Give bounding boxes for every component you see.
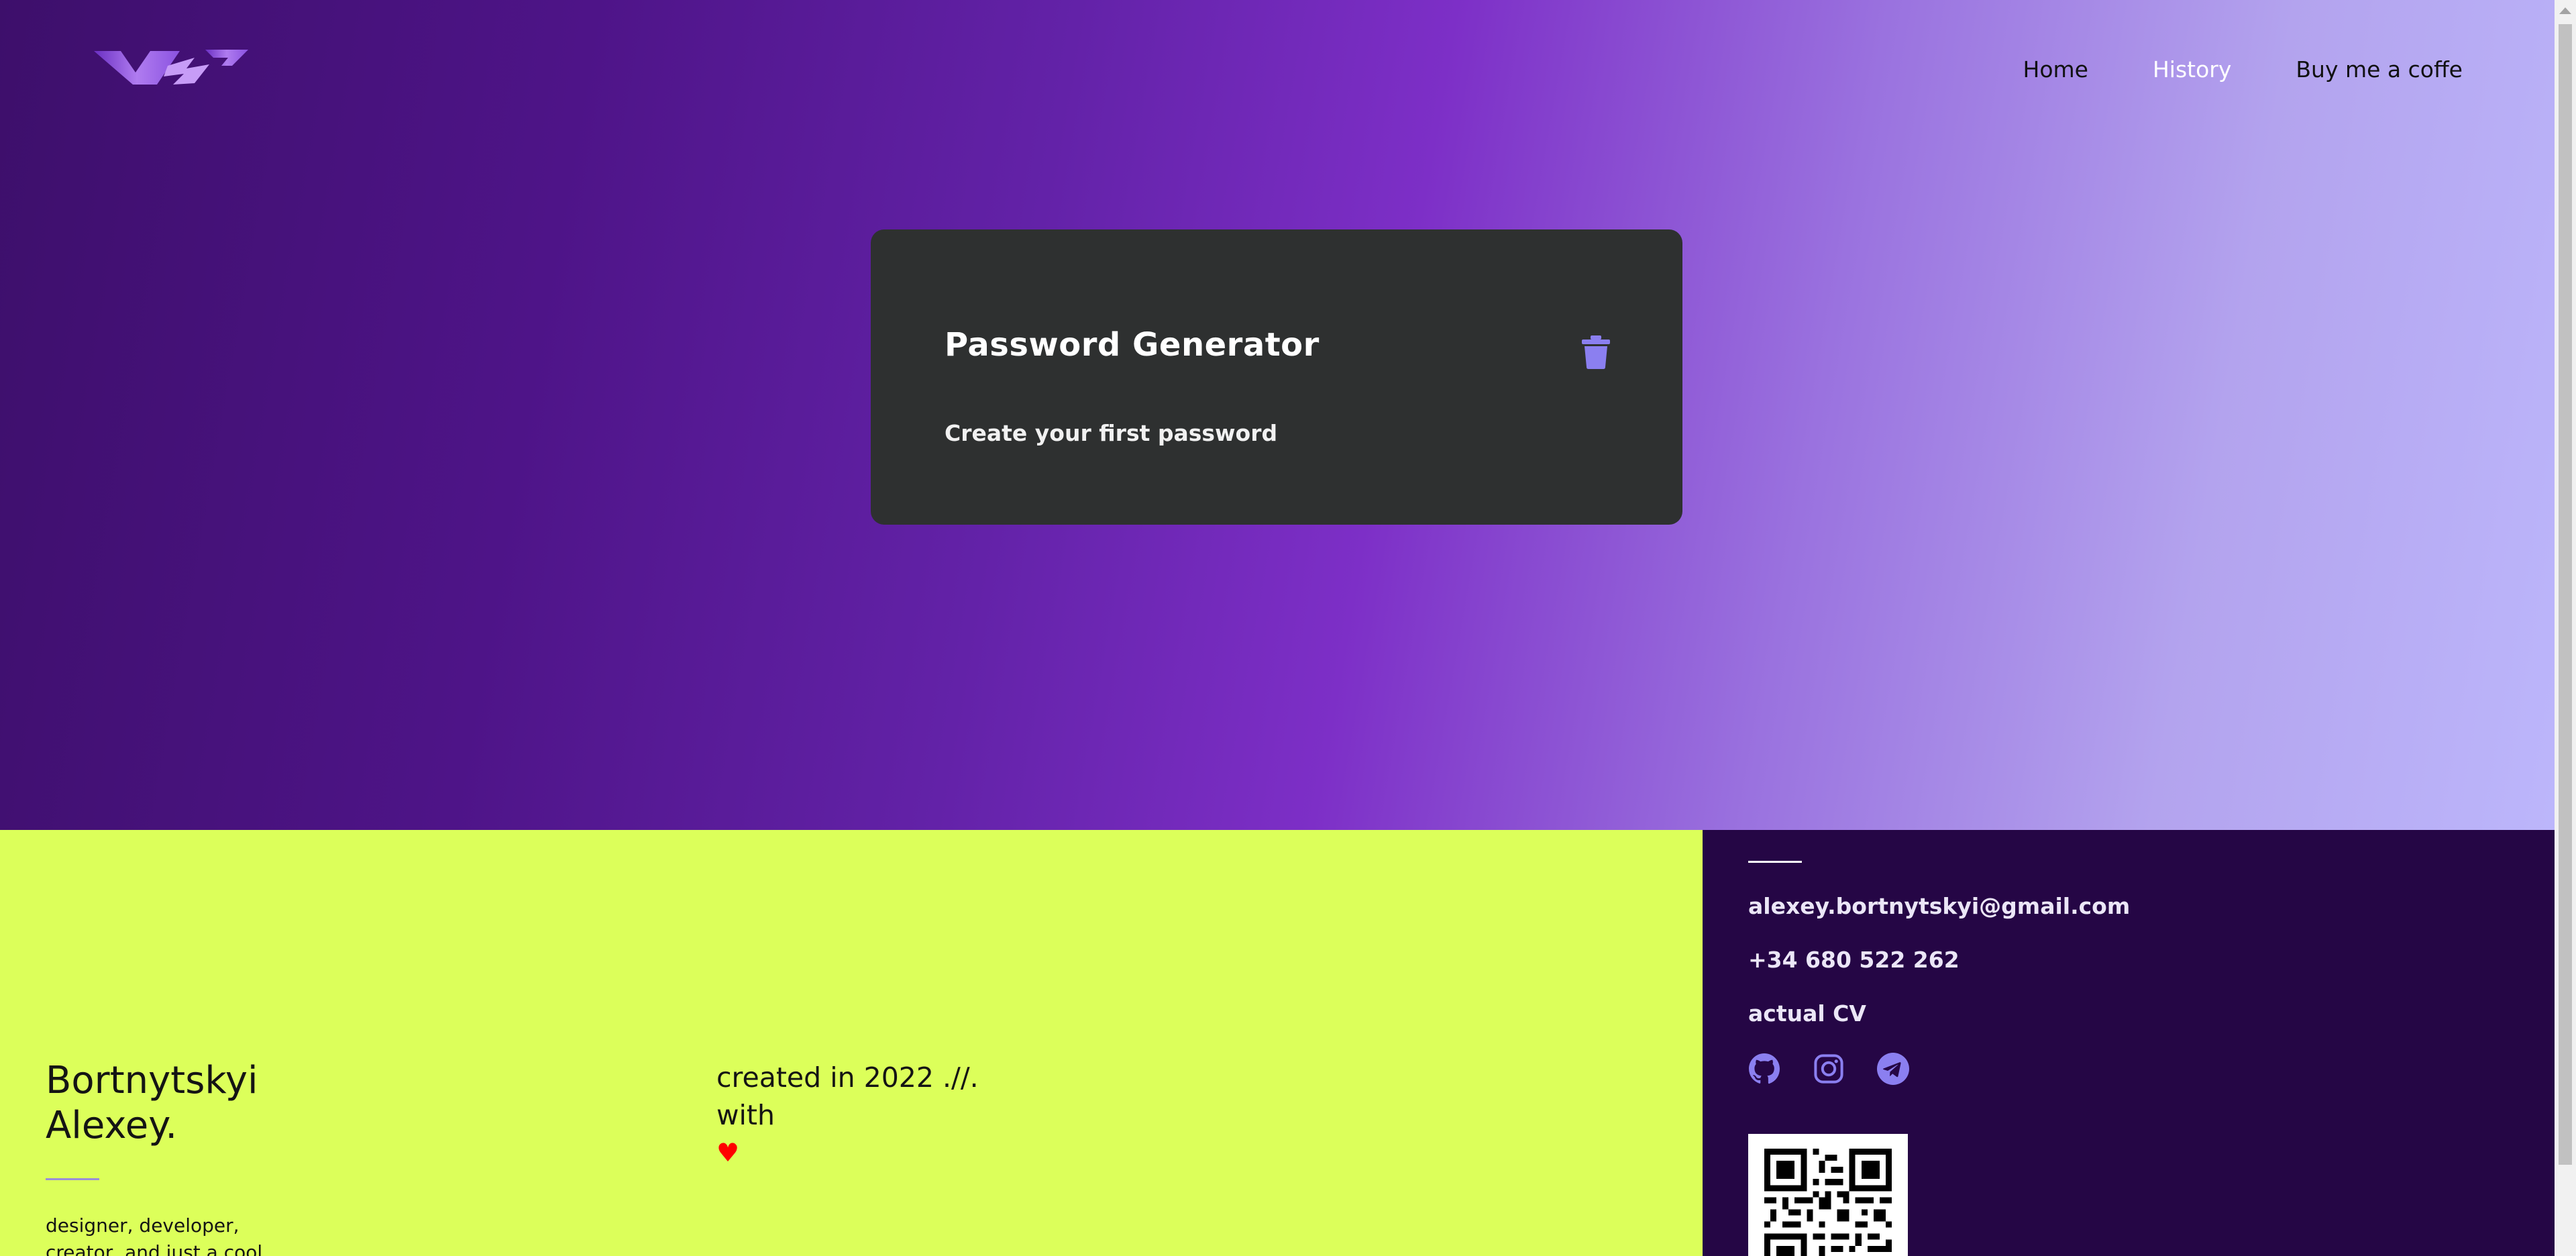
author-bio: designer, developer, creator, and just a…	[46, 1214, 263, 1256]
cv-link[interactable]: actual CV	[1748, 999, 1866, 1029]
card-title: Password Generator	[945, 326, 1320, 364]
trash-icon[interactable]	[1580, 335, 1611, 369]
scroll-up-arrow-icon[interactable]	[2555, 0, 2576, 21]
card-subtitle: Create your first password	[945, 420, 1278, 446]
qr-code	[1748, 1134, 1908, 1256]
heart-icon: ♥	[716, 1138, 740, 1167]
logo-icon	[94, 50, 248, 85]
instagram-icon[interactable]	[1813, 1053, 1845, 1085]
scrollbar-thumb[interactable]	[2559, 24, 2572, 1165]
footer-contacts: alexey.bortnytskyi@gmail.com +34 680 522…	[1703, 830, 2555, 1256]
phone-link[interactable]: +34 680 522 262	[1748, 945, 1960, 975]
nav-history[interactable]: History	[2153, 55, 2231, 85]
created-note: created in 2022 .//. with ♥	[716, 1059, 979, 1171]
nav-home[interactable]: Home	[2023, 55, 2088, 85]
divider	[1748, 861, 1802, 863]
created-with-text: with	[716, 1099, 775, 1131]
email-link[interactable]: alexey.bortnytskyi@gmail.com	[1748, 892, 2130, 921]
author-name-line2: Alexey.	[46, 1104, 178, 1147]
created-line1: created in 2022 .//.	[716, 1061, 979, 1094]
hero-section: Home History Buy me a coffe Password Gen…	[0, 0, 2555, 830]
telegram-icon[interactable]	[1877, 1053, 1909, 1085]
nav-buy-coffee[interactable]: Buy me a coffe	[2296, 55, 2463, 85]
footer-left: Bortnytskyi Alexey. designer, developer,…	[0, 830, 1703, 1256]
divider	[46, 1178, 99, 1180]
social-links	[1748, 1053, 1941, 1085]
page-scrollbar[interactable]	[2555, 0, 2576, 1256]
main-nav: Home History Buy me a coffe	[1959, 55, 2555, 85]
author-name: Bortnytskyi Alexey.	[46, 1058, 258, 1148]
created-line2: with ♥	[716, 1096, 979, 1171]
password-card: Password Generator Create your first pas…	[871, 229, 1682, 525]
author-name-line1: Bortnytskyi	[46, 1059, 258, 1102]
github-icon[interactable]	[1748, 1053, 1780, 1085]
